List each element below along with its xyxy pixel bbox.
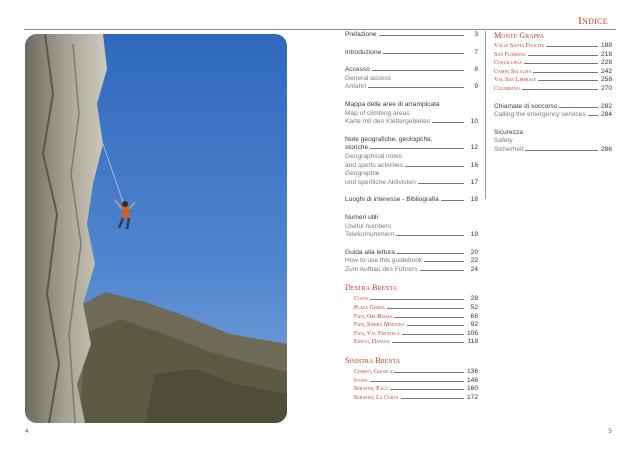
toc-entry-sinistra-1[interactable]: Cismon, Giusela 136: [345, 368, 478, 377]
toc-entry-emergency[interactable]: Chiamate di soccorso 282 Calling the emer…: [494, 103, 612, 120]
toc-entry-grappa-5[interactable]: Val San Liberale 258: [494, 76, 612, 85]
toc-entry-destra-5[interactable]: Fiza, Val Frenzela 106: [345, 330, 478, 339]
toc-entry-numeri-utili[interactable]: Numeri utili Useful numbers Telefonnumme…: [345, 214, 478, 240]
toc-entry-destra-4[interactable]: Fiza, Sierra Maestra 92: [345, 321, 478, 330]
section-title-monte-grappa: Monte Grappa: [494, 31, 545, 40]
header-title: Indice: [578, 15, 608, 27]
toc-entry-sinistra-3[interactable]: Serafini, Palù 160: [345, 385, 478, 394]
toc-entry-destra-1[interactable]: Costa 28: [345, 295, 478, 304]
toc-entry-sinistra-2[interactable]: Ivono 146: [345, 377, 478, 386]
top-rule: [24, 29, 616, 30]
section-title-sinistra-brenta: Sinistra Brenta: [345, 356, 401, 366]
toc-column-right: Monte Grappa Valle Santa Felicita 188 San…: [494, 31, 612, 155]
toc-column-left: Prefazione 3 Introduzione 7 Accesso 8 Gener…: [345, 31, 478, 402]
toc-entry-prefazione[interactable]: Prefazione 3: [345, 31, 478, 40]
toc-entry-introduzione[interactable]: Introduzione 7: [345, 49, 478, 58]
page-number-left: 4: [25, 428, 29, 435]
toc-entry-mappa[interactable]: Mappa delle aree di arrampicata Map of c…: [345, 101, 478, 127]
toc-entry-guida[interactable]: Guida alla lettura 20 How to use this gui…: [345, 249, 478, 275]
toc-entry-safety[interactable]: Sicurezza Safety Sicherheit 286: [494, 129, 612, 155]
toc-entry-grappa-2[interactable]: San Floriano 218: [494, 51, 612, 60]
toc-entry-luoghi[interactable]: Luoghi di interesse - Bibliografia 18: [345, 196, 478, 205]
toc-entry-grappa-3[interactable]: Costalunga 228: [494, 59, 612, 68]
toc-entry-grappa-4[interactable]: Campo Solagna 242: [494, 68, 612, 77]
toc-entry-grappa-1[interactable]: Valle Santa Felicita 188: [494, 42, 612, 51]
toc-entry-destra-2[interactable]: Plaza Gerda 52: [345, 304, 478, 313]
page-number-right: 5: [608, 428, 612, 435]
toc-entry-grappa-6[interactable]: Colmirano 270: [494, 85, 612, 94]
column-divider: [485, 31, 486, 199]
toc-entry-accesso[interactable]: Accesso 8 General access Anfahrt 9: [345, 66, 478, 92]
section-title-destra-brenta: Destra Brenta: [345, 283, 397, 293]
toc-entry-destra-6[interactable]: Enego, Havana 118: [345, 338, 478, 347]
toc-entry-note-geografiche[interactable]: Note geografiche, geologiche, storiche 12…: [345, 136, 478, 188]
climbing-photo: [25, 34, 287, 423]
toc-entry-sinistra-4[interactable]: Serafini, La Curva 172: [345, 394, 478, 403]
toc-entry-destra-3[interactable]: Fiza, Ori-Biasia 68: [345, 313, 478, 322]
